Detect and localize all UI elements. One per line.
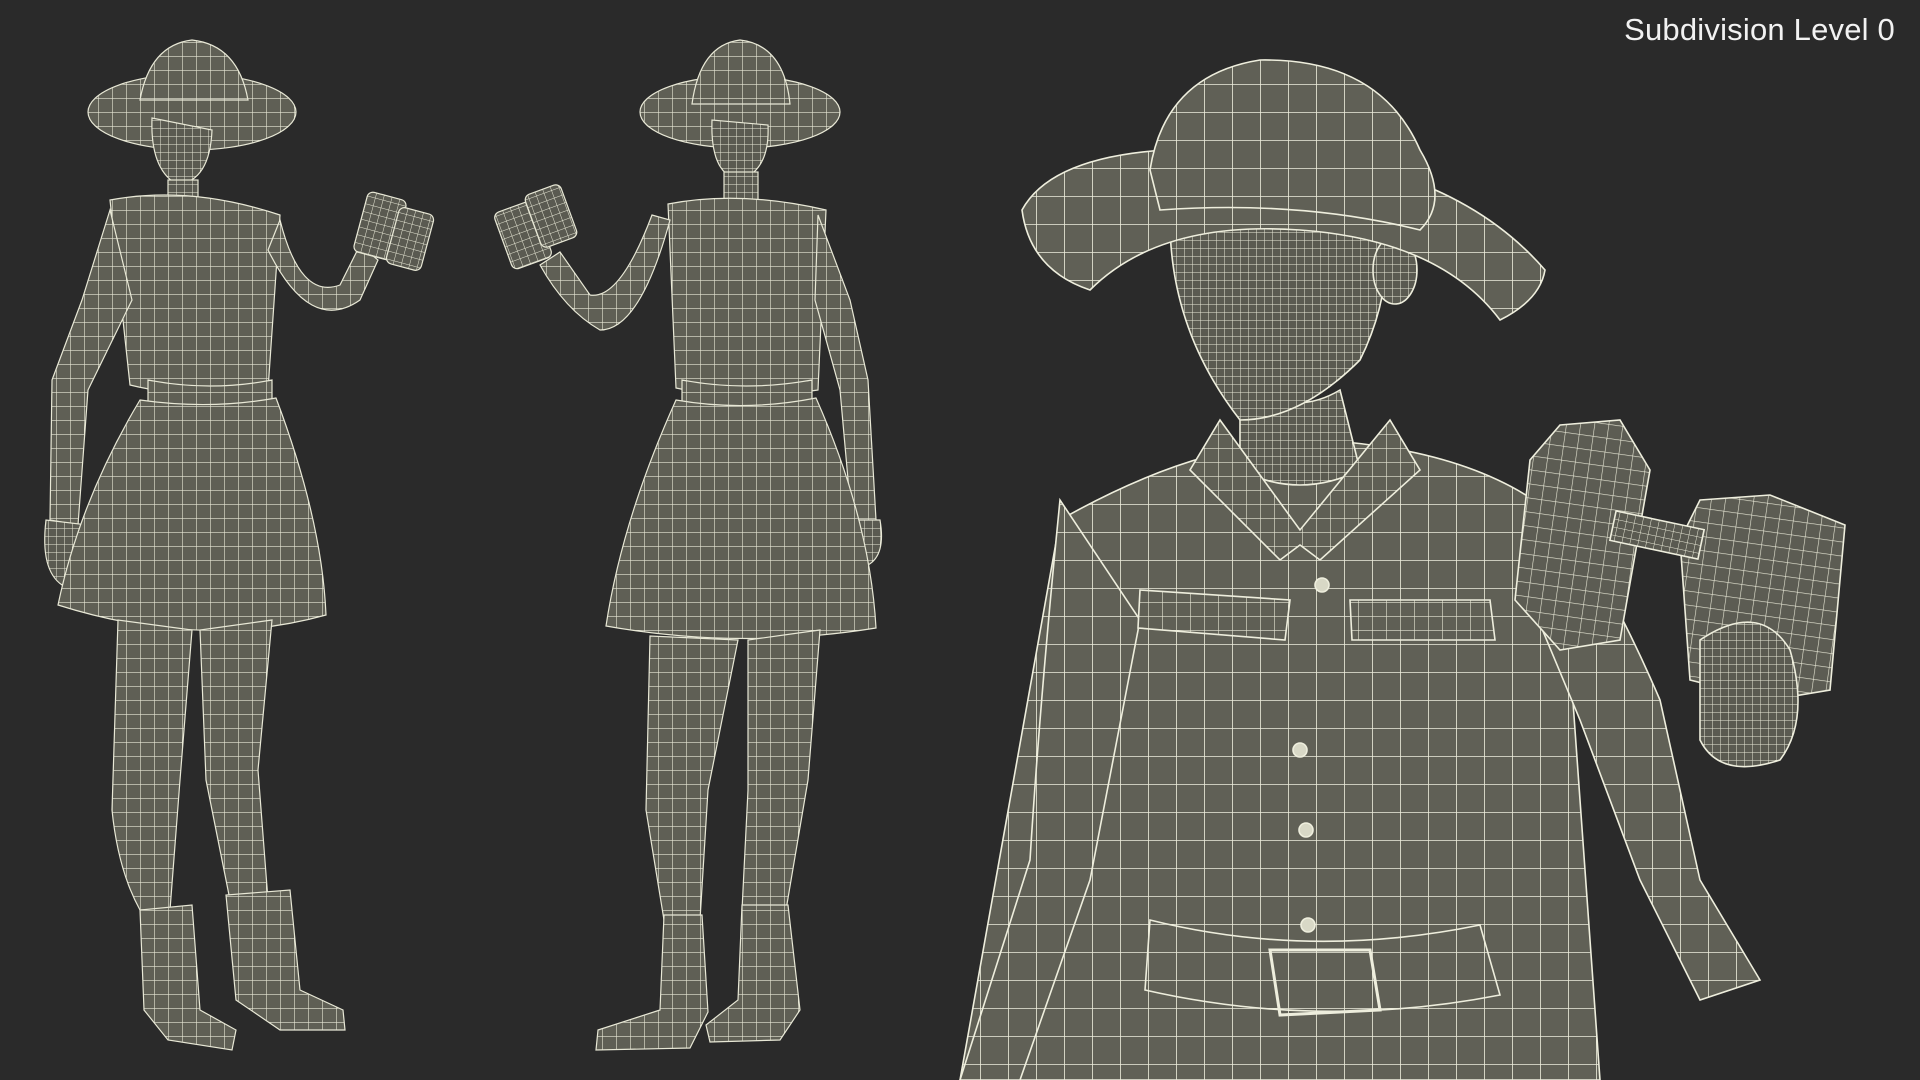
right-boot <box>225 889 346 1031</box>
head-back <box>711 119 769 181</box>
right-leg-back <box>741 629 821 911</box>
closeup-pocket-right <box>1349 599 1496 641</box>
left-boot <box>139 904 237 1051</box>
figure-closeup <box>959 59 1846 1080</box>
figure-back-view <box>494 39 883 1051</box>
torso <box>109 194 281 395</box>
closeup-hand <box>1699 621 1799 768</box>
closeup-hat-crown <box>1149 59 1436 231</box>
hat-crown-back <box>691 39 791 105</box>
left-leg <box>111 619 193 911</box>
face <box>151 117 213 186</box>
closeup-button <box>1314 577 1330 593</box>
right-boot-back <box>705 904 801 1043</box>
closeup-button <box>1292 742 1308 758</box>
skirt-back <box>605 397 877 640</box>
skirt <box>57 397 327 631</box>
left-leg-back <box>645 635 739 921</box>
wireframe-render <box>44 39 1846 1080</box>
closeup-button <box>1298 822 1314 838</box>
render-viewport: Subdivision Level 0 <box>0 0 1920 1080</box>
hat-crown <box>139 39 249 101</box>
binoculars-back <box>494 184 578 270</box>
right-leg <box>199 619 273 901</box>
closeup-face <box>1169 209 1389 421</box>
subdivision-level-caption: Subdivision Level 0 <box>1624 12 1895 47</box>
figure-front-view <box>44 39 435 1051</box>
left-boot-back <box>595 914 709 1051</box>
torso-back <box>667 197 827 397</box>
closeup-button <box>1300 917 1316 933</box>
